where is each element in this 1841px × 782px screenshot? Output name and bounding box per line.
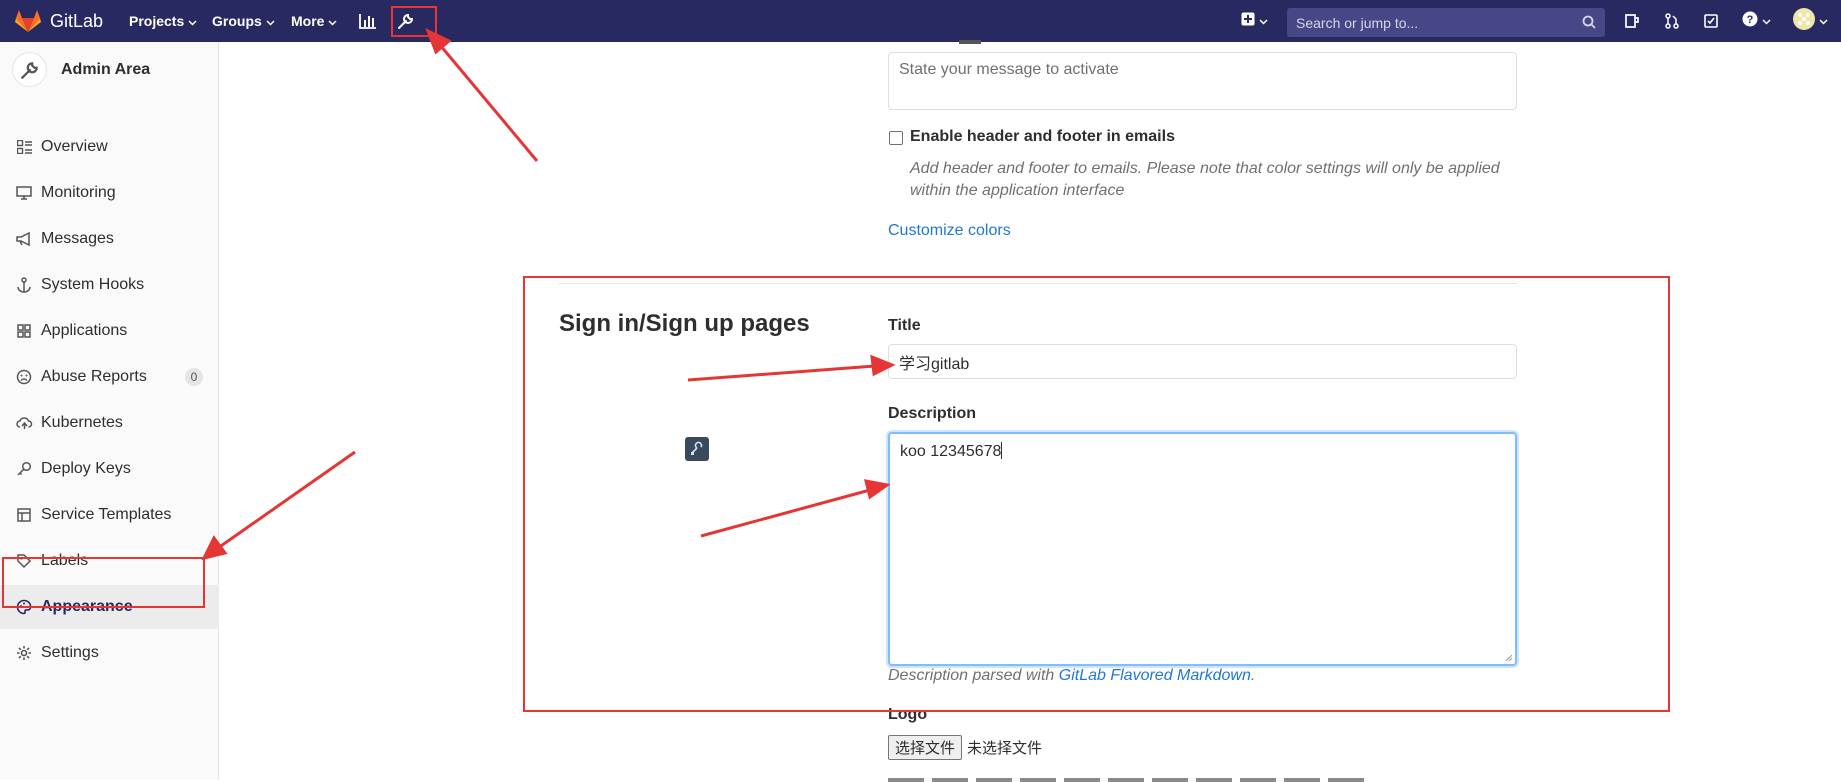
choose-file-button[interactable]: 选择文件: [888, 735, 963, 760]
monitor-icon: [15, 184, 33, 202]
sidebar-item-monitoring[interactable]: Monitoring: [0, 171, 219, 215]
help-dropdown[interactable]: ?: [1738, 8, 1774, 34]
sidebar-item-label: Abuse Reports: [41, 368, 147, 385]
admin-wrench-icon: [12, 52, 47, 87]
applications-grid-icon: [15, 322, 33, 340]
annotation-box-appearance: [2, 557, 205, 608]
cut-off-label-fragment: [959, 40, 981, 44]
issues-check-icon[interactable]: [1698, 8, 1724, 34]
email-header-footer-label[interactable]: Enable header and footer in emails: [910, 128, 1175, 146]
nav-more-label: More: [291, 13, 325, 29]
todo-icon[interactable]: [1619, 8, 1645, 34]
sidebar-item-service-templates[interactable]: Service Templates: [0, 493, 219, 537]
search-icon: [1582, 15, 1596, 34]
merge-request-icon[interactable]: [1659, 8, 1685, 34]
plus-square-icon: [1241, 12, 1255, 31]
sidebar-item-label: Applications: [41, 322, 128, 339]
sidebar-item-applications[interactable]: Applications: [0, 309, 219, 353]
anchor-icon: [15, 276, 33, 294]
user-menu-dropdown[interactable]: [1790, 7, 1830, 35]
cut-off-help-text: [888, 774, 1368, 782]
cloud-icon: [15, 414, 33, 432]
annotation-box-sign-in-section: [523, 276, 1670, 712]
sidebar-item-messages[interactable]: Messages: [0, 217, 219, 261]
megaphone-icon: [15, 230, 33, 248]
sidebar-item-overview[interactable]: Overview: [0, 125, 219, 169]
new-item-dropdown[interactable]: [1236, 8, 1272, 34]
nav-groups-label: Groups: [212, 13, 262, 29]
chevron-down-icon: [1818, 12, 1828, 30]
sidebar-item-deploy-keys[interactable]: Deploy Keys: [0, 447, 219, 491]
sidebar-title: Admin Area: [61, 60, 151, 78]
user-avatar-icon: [1792, 7, 1815, 35]
header-message-textarea[interactable]: [888, 52, 1517, 110]
abuse-face-icon: [15, 368, 33, 386]
template-icon: [15, 506, 33, 524]
top-navbar: GitLab Projects Groups More Search or ju…: [0, 0, 1841, 42]
sidebar-item-kubernetes[interactable]: Kubernetes: [0, 401, 219, 445]
chevron-down-icon: [266, 13, 275, 29]
customize-colors-link[interactable]: Customize colors: [888, 222, 1011, 240]
brand-name: GitLab: [50, 10, 104, 31]
key-icon: [15, 460, 33, 478]
email-help-line-1: Add header and footer to emails. Please …: [910, 160, 1500, 177]
nav-projects-dropdown[interactable]: Projects: [129, 0, 197, 42]
admin-sidebar: Admin Area Overview Monitoring Messages …: [0, 42, 219, 780]
overview-icon: [15, 138, 33, 156]
no-file-chosen-text: 未选择文件: [967, 740, 1043, 757]
settings-gear-icon: [15, 644, 33, 662]
chevron-down-icon: [1258, 12, 1268, 30]
email-help-line-2: within the application interface: [910, 182, 1125, 199]
annotation-box-admin-wrench: [391, 6, 437, 37]
sidebar-item-label: System Hooks: [41, 276, 145, 293]
help-icon: ?: [1742, 11, 1758, 32]
search-box[interactable]: [1287, 8, 1605, 37]
sidebar-item-label: Deploy Keys: [41, 460, 131, 477]
email-header-footer-checkbox[interactable]: [889, 131, 903, 145]
abuse-reports-count-badge: 0: [185, 368, 203, 386]
chevron-down-icon: [1761, 12, 1771, 30]
svg-text:?: ?: [1746, 14, 1753, 26]
sidebar-item-label: Monitoring: [41, 184, 116, 201]
sidebar-item-label: Messages: [41, 230, 114, 247]
sidebar-item-settings[interactable]: Settings: [0, 631, 219, 675]
sidebar-item-label: Settings: [41, 644, 99, 661]
sidebar-header[interactable]: Admin Area: [12, 52, 150, 87]
nav-projects-label: Projects: [129, 13, 185, 29]
sidebar-item-abuse-reports[interactable]: Abuse Reports 0: [0, 355, 219, 399]
nav-groups-dropdown[interactable]: Groups: [212, 0, 275, 42]
chevron-down-icon: [328, 13, 337, 29]
sidebar-item-system-hooks[interactable]: System Hooks: [0, 263, 219, 307]
nav-more-dropdown[interactable]: More: [291, 0, 337, 42]
search-input[interactable]: [1296, 14, 1566, 31]
sidebar-item-label: Kubernetes: [41, 414, 123, 431]
sidebar-item-label: Service Templates: [41, 506, 172, 523]
gitlab-home-link[interactable]: GitLab: [15, 9, 103, 33]
chevron-down-icon: [188, 13, 197, 29]
sidebar-item-label: Overview: [41, 138, 108, 155]
gitlab-logo-icon: [15, 10, 41, 32]
activity-chart-icon[interactable]: [355, 8, 381, 34]
